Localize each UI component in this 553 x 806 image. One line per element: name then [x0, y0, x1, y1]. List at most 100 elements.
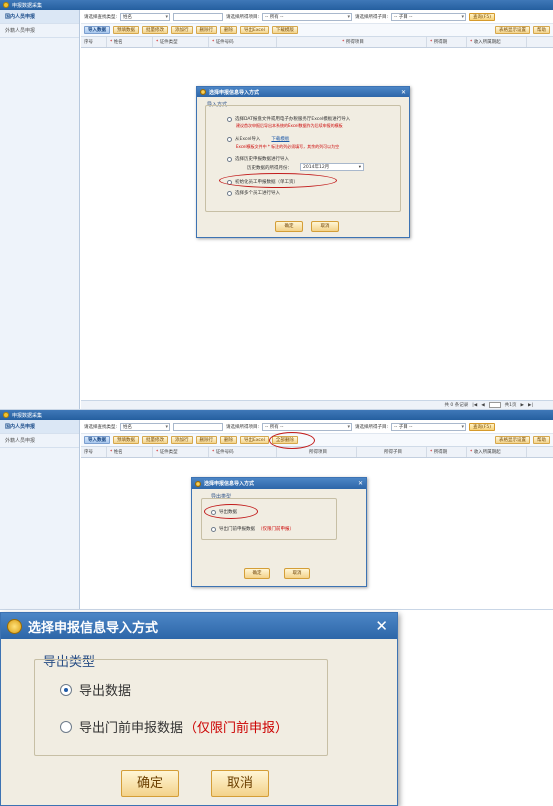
- close-icon-2[interactable]: ✕: [358, 480, 363, 487]
- col-period-label-2: 所得期: [433, 450, 448, 455]
- export-option-highlight-circle: [204, 504, 258, 519]
- period-select[interactable]: -- 所有 --: [262, 12, 353, 21]
- main-area-2: 请选择查找类型: 姓名 请选择所得项目: -- 所有 -- 请选择所得子目: -…: [81, 420, 553, 609]
- add-row-button-2[interactable]: 添加行: [171, 436, 193, 444]
- delete-button-2[interactable]: 删除: [220, 436, 237, 444]
- col-id-number-2[interactable]: * 证件号码: [209, 447, 277, 457]
- export-excel-button-2[interactable]: 导出Excel: [240, 436, 269, 444]
- radio-multi-employee[interactable]: [227, 190, 232, 196]
- option-export-data[interactable]: 导出数据: [60, 680, 131, 699]
- export-ok-button-small[interactable]: 确定: [244, 568, 270, 579]
- download-template-button[interactable]: 下载模版: [271, 26, 298, 34]
- history-month-label: 历史数据的所得月份：: [247, 166, 292, 171]
- sidebar-item-domestic-2[interactable]: 国内人员申报: [0, 420, 79, 434]
- col-income-start-2[interactable]: * 收入所属期起: [467, 447, 527, 457]
- prefill-button-2[interactable]: 预填数据: [113, 436, 139, 444]
- query-type-select-2[interactable]: 姓名: [120, 422, 171, 431]
- add-row-button[interactable]: 添加行: [171, 26, 193, 34]
- import-data-button[interactable]: 导入数据: [84, 26, 110, 34]
- option-export-door-small[interactable]: 导出门前申报数据 （仅限门前申报）: [211, 526, 294, 532]
- query-type-label-2: 请选择查找类型:: [84, 424, 118, 430]
- table-settings-button[interactable]: 表格显示设置: [495, 26, 530, 34]
- col-income-item[interactable]: * 所得项目: [277, 37, 427, 47]
- sidebar-item-foreign[interactable]: 外籍人员申报: [0, 24, 79, 38]
- radio-export-data[interactable]: [60, 683, 72, 696]
- option-dat-import[interactable]: 选择DAT报盘文件或用电子办税服务厅Excel模板进行导入: [227, 116, 350, 122]
- first-page-icon[interactable]: |◀: [472, 403, 477, 408]
- pager-record-count: 共 0 条记录: [444, 403, 469, 408]
- export-cancel-button[interactable]: 取消: [211, 770, 269, 797]
- last-page-icon[interactable]: ▶|: [528, 403, 533, 408]
- option-export-data-label: 导出数据: [79, 684, 132, 699]
- page-number-input[interactable]: [488, 402, 501, 408]
- col-name-2[interactable]: * 姓名: [107, 447, 153, 457]
- export-excel-button[interactable]: 导出Excel: [240, 26, 269, 34]
- option-export-door-label: 导出门前申报数据: [79, 721, 184, 736]
- app-icon-2: [3, 412, 9, 418]
- col-period[interactable]: * 所得期: [427, 37, 467, 47]
- query-input[interactable]: [173, 12, 224, 21]
- filter-bar: 请选择查找类型: 姓名 请选择所得项目: -- 所有 -- 请选择所得子目: -…: [81, 10, 553, 24]
- sidebar-item-domestic[interactable]: 国内人员申报: [0, 10, 79, 24]
- export-cancel-button-small[interactable]: 取消: [284, 568, 310, 579]
- period-select-2[interactable]: -- 所有 --: [262, 422, 353, 431]
- toolbar: 导入数据 预填数据 批量修改 添加行 删除行 删除 导出Excel 下载模版 表…: [81, 24, 553, 37]
- period-label: 请选择所得项目:: [226, 14, 260, 20]
- next-page-icon[interactable]: ▶: [521, 403, 524, 408]
- option-history-import[interactable]: 选择历史申报数据进行导入: [227, 156, 289, 162]
- batch-edit-button[interactable]: 批量修改: [142, 26, 168, 34]
- col-income-start-label: 收入所属期起: [473, 40, 501, 45]
- col-index[interactable]: 序号: [81, 37, 107, 47]
- option-export-door[interactable]: 导出门前申报数据 （仅限门前申报）: [60, 717, 288, 736]
- col-income-start[interactable]: * 收入所属期起: [467, 37, 527, 47]
- export-dialog-small-title: 选择申报信息导入方式: [204, 481, 255, 487]
- sidebar-item-foreign-2[interactable]: 外籍人员申报: [0, 434, 79, 448]
- history-month-select[interactable]: 2014年12月 ▾: [300, 163, 364, 171]
- subitem-select[interactable]: -- 子目 --: [391, 12, 467, 21]
- app-title-2: 申报数据采集: [12, 412, 43, 419]
- col-id-number[interactable]: * 证件号码: [209, 37, 277, 47]
- delete-row-button[interactable]: 删除行: [195, 26, 217, 34]
- export-dialog-small-titlebar: 选择申报信息导入方式 ✕: [192, 478, 366, 489]
- app-titlebar-2: 申报数据采集: [0, 410, 553, 420]
- option-excel-label: 从Excel导入: [235, 137, 261, 142]
- radio-history[interactable]: [227, 156, 232, 162]
- col-name[interactable]: * 姓名: [107, 37, 153, 47]
- table-settings-button-2[interactable]: 表格显示设置: [495, 436, 530, 444]
- close-icon[interactable]: ✕: [401, 89, 406, 96]
- col-subitem-2[interactable]: 所得子目: [357, 447, 427, 457]
- export-ok-button[interactable]: 确定: [121, 770, 179, 797]
- radio-export-door[interactable]: [60, 720, 72, 733]
- subitem-select-2[interactable]: -- 子目 --: [391, 422, 467, 431]
- query-button-2[interactable]: 查询(F5): [469, 422, 496, 431]
- query-type-select[interactable]: 姓名: [120, 12, 171, 21]
- import-ok-button[interactable]: 确定: [275, 221, 303, 232]
- query-button[interactable]: 查询(F5): [469, 12, 496, 21]
- export-highlight-circle: [269, 432, 315, 449]
- radio-export-door-small[interactable]: [211, 526, 216, 532]
- radio-excel[interactable]: [227, 136, 232, 142]
- help-button[interactable]: 帮助: [533, 26, 550, 34]
- import-cancel-button[interactable]: 取消: [311, 221, 339, 232]
- history-month-value: 2014年12月: [303, 165, 330, 170]
- import-data-button-2[interactable]: 导入数据: [84, 436, 110, 444]
- prefill-button[interactable]: 预填数据: [113, 26, 139, 34]
- col-id-type-2[interactable]: * 证件类型: [153, 447, 209, 457]
- col-period-2[interactable]: * 所得期: [427, 447, 467, 457]
- prev-page-icon[interactable]: ◀: [481, 403, 484, 408]
- delete-button[interactable]: 删除: [220, 26, 237, 34]
- download-template-link[interactable]: 下载模板: [271, 136, 289, 142]
- batch-edit-button-2[interactable]: 批量修改: [142, 436, 168, 444]
- col-index-2[interactable]: 序号: [81, 447, 107, 457]
- option-multi-employee[interactable]: 选择多个员工进行导入: [227, 190, 280, 196]
- subitem-label-2: 请选择所得子目:: [355, 424, 389, 430]
- close-icon-3[interactable]: ✕: [375, 617, 388, 635]
- col-id-number-label: 证件号码: [215, 40, 234, 45]
- option-excel-import[interactable]: 从Excel导入 下载模板: [227, 136, 289, 142]
- query-input-2[interactable]: [173, 422, 224, 431]
- radio-dat[interactable]: [227, 116, 232, 122]
- import-method-dialog: 选择申报信息导入方式 ✕ 导入方式 选择DAT报盘文件或用电子办税服务厅Exce…: [196, 86, 410, 238]
- delete-row-button-2[interactable]: 删除行: [195, 436, 217, 444]
- help-button-2[interactable]: 帮助: [533, 436, 550, 444]
- col-id-type[interactable]: * 证件类型: [153, 37, 209, 47]
